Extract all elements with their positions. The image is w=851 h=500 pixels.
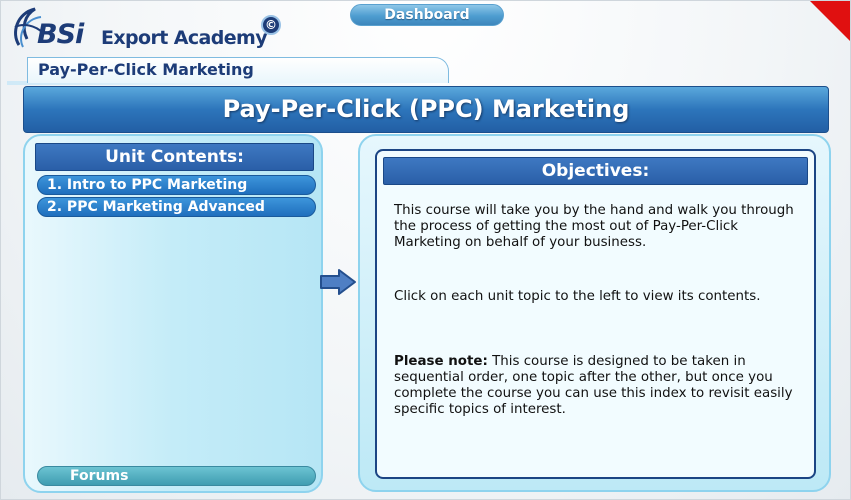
objectives-note: Please note: This course is designed to …	[394, 354, 804, 418]
logo-academy-text: Export Academy	[101, 27, 268, 49]
objectives-header: Objectives:	[383, 157, 808, 185]
unit-contents-header: Unit Contents:	[35, 143, 314, 171]
brand-logo: BSi Export Academy	[13, 5, 293, 53]
unit-contents-panel: Unit Contents: 1. Intro to PPC Marketing…	[23, 134, 323, 493]
forums-button[interactable]: Forums	[37, 466, 316, 486]
dashboard-button[interactable]: Dashboard	[350, 4, 504, 26]
objectives-paragraph-1: This course will take you by the hand an…	[394, 203, 794, 250]
note-label: Please note:	[394, 354, 488, 369]
corner-flag-icon[interactable]	[810, 1, 850, 41]
copyright-icon: ©	[261, 15, 281, 35]
objectives-panel: Objectives: This course will take you by…	[358, 134, 831, 492]
unit-item-intro[interactable]: 1. Intro to PPC Marketing	[37, 175, 316, 195]
page-title: Pay-Per-Click (PPC) Marketing	[23, 86, 829, 133]
objectives-box: Objectives: This course will take you by…	[375, 149, 816, 479]
app-frame: BSi Export Academy © Dashboard Pay-Per-C…	[0, 0, 851, 500]
objectives-paragraph-2: Click on each unit topic to the left to …	[394, 289, 761, 304]
unit-item-advanced[interactable]: 2. PPC Marketing Advanced	[37, 197, 316, 217]
breadcrumb: Pay-Per-Click Marketing	[27, 57, 449, 83]
logo-bsi-text: BSi	[37, 19, 84, 50]
right-arrow-icon	[320, 269, 356, 295]
